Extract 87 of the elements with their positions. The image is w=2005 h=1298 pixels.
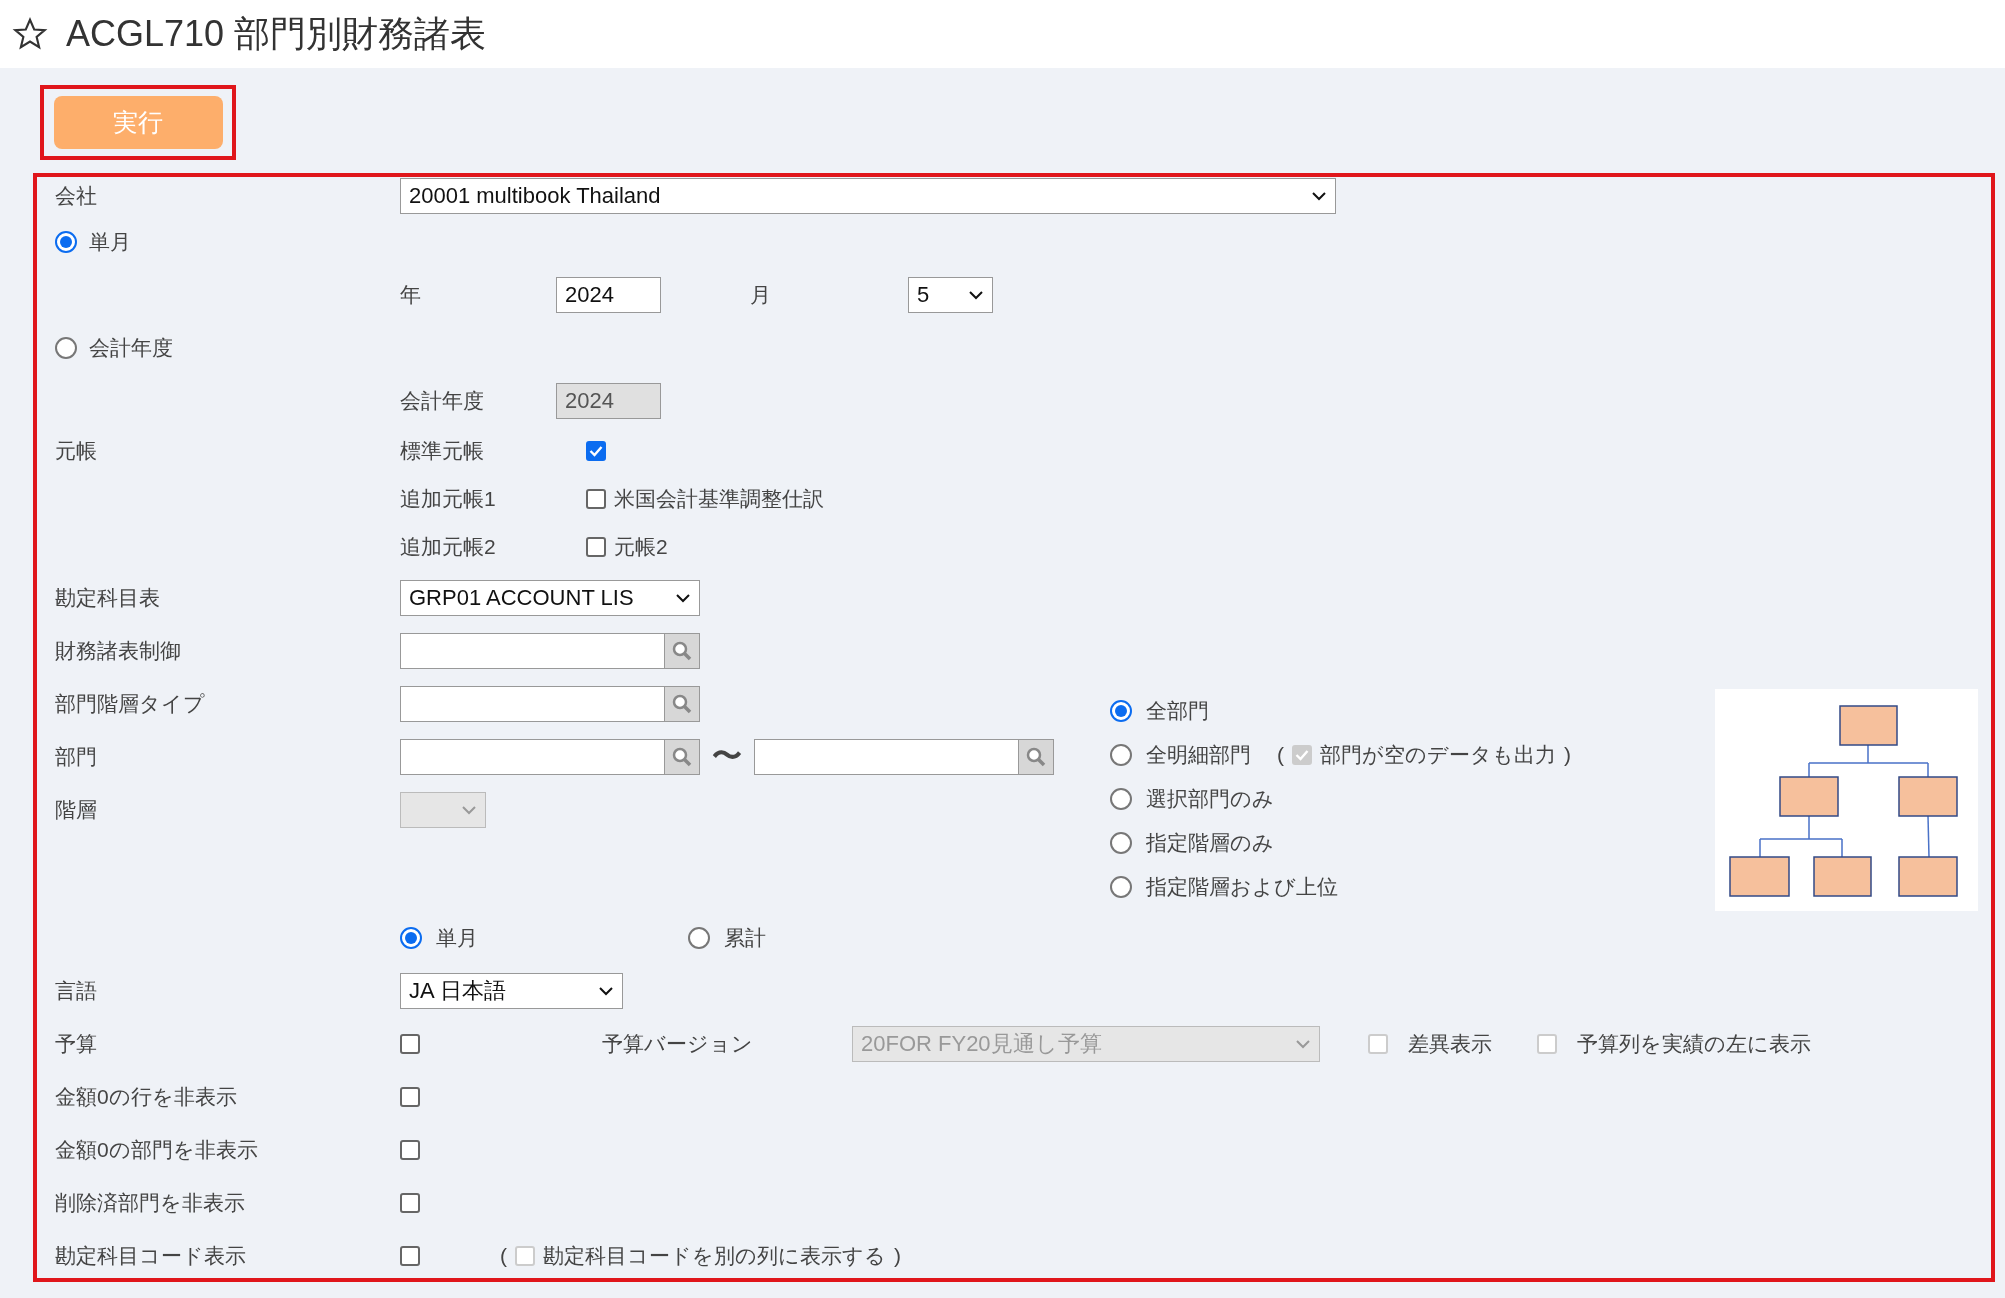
org-node-box (1839, 705, 1898, 746)
org-node-box (1813, 856, 1872, 897)
year-input[interactable]: 2024 (556, 276, 661, 313)
radio-label: 選択部門のみ (1146, 786, 1274, 812)
field-label: 金額0の行を非表示 (55, 1084, 237, 1108)
radio-label: 累計 (724, 924, 766, 951)
checkbox-label: 部門が空のデータも出力 (1320, 742, 1556, 768)
paren-text: ( (1277, 743, 1284, 767)
field-label: 言語 (55, 978, 97, 1002)
checkbox-label: 米国会計基準調整仕訳 (614, 486, 824, 512)
chevron-down-icon (675, 592, 691, 603)
field-label: 部門階層タイプ (55, 691, 205, 715)
account-chart-dropdown[interactable]: GRP01 ACCOUNT LIS (400, 579, 700, 616)
checkbox-label: 勘定科目コードを別の列に表示する (543, 1242, 886, 1269)
radio-button[interactable] (1110, 876, 1132, 898)
checkbox[interactable] (586, 489, 606, 509)
language-dropdown[interactable]: JA 日本語 (400, 972, 623, 1009)
field-label: 階層 (55, 797, 97, 821)
radio-button[interactable] (1110, 744, 1132, 766)
field-label: 部門 (55, 744, 97, 768)
checkbox[interactable] (400, 1139, 420, 1160)
field-label: 勘定科目コード表示 (55, 1243, 246, 1267)
range-separator: 〜 (711, 738, 743, 774)
chevron-down-icon (1311, 191, 1327, 201)
radio-label: 指定階層のみ (1146, 830, 1274, 856)
checkbox-label: 元帳2 (614, 534, 668, 560)
checkbox[interactable] (400, 1192, 420, 1213)
page-title: ACGL710 部門別財務諸表 (66, 11, 487, 56)
radio-button[interactable] (688, 926, 710, 949)
radio-label: 指定階層および上位 (1146, 874, 1338, 900)
radio-label: 単月 (436, 924, 478, 951)
month-dropdown[interactable]: 5 (908, 276, 993, 313)
field-label: 金額0の部門を非表示 (55, 1137, 258, 1161)
search-icon[interactable] (664, 633, 699, 668)
field-label: 月 (750, 282, 771, 306)
field-label: 年 (400, 282, 421, 306)
search-field[interactable] (754, 738, 1054, 775)
search-field[interactable] (400, 685, 700, 722)
field-label: 会社 (55, 184, 97, 207)
checkbox[interactable] (400, 1245, 420, 1266)
favorite-star-icon[interactable] (12, 16, 48, 52)
check-icon (1295, 749, 1309, 761)
chevron-down-icon (968, 289, 984, 300)
checkbox[interactable] (400, 1086, 420, 1107)
search-field[interactable] (400, 738, 700, 775)
chevron-down-icon (1295, 1038, 1311, 1049)
radio-label: 全明細部門 (1146, 742, 1251, 768)
search-field[interactable] (400, 632, 700, 669)
field-label: 元帳 (55, 439, 97, 462)
radio-label: 全部門 (1146, 698, 1209, 724)
field-label: 勘定科目表 (55, 585, 160, 609)
org-node-box (1898, 856, 1958, 897)
radio-button[interactable] (1110, 700, 1132, 722)
paren-text: ) (1564, 743, 1571, 767)
field-label: 追加元帳2 (400, 535, 496, 558)
search-icon[interactable] (1018, 739, 1053, 774)
radio-button[interactable] (55, 336, 77, 359)
field-label: 財務諸表制御 (55, 638, 181, 662)
paren-text: ) (894, 1243, 901, 1268)
radio-button[interactable] (1110, 832, 1132, 854)
field-label: 追加元帳1 (400, 487, 496, 510)
search-icon[interactable] (664, 686, 699, 721)
radio-button[interactable] (400, 926, 422, 949)
org-node-box (1729, 856, 1790, 897)
field-label: 削除済部門を非表示 (55, 1190, 245, 1214)
checkbox[interactable] (586, 441, 606, 461)
field-label: 標準元帳 (400, 439, 484, 462)
radio-label: 単月 (89, 228, 131, 255)
radio-button[interactable] (55, 230, 77, 253)
field-label: 予算バージョン (602, 1031, 753, 1055)
field-label: 予算 (55, 1031, 97, 1055)
field-label: 会計年度 (400, 388, 484, 412)
chevron-down-icon (461, 804, 477, 815)
radio-label: 会計年度 (89, 334, 173, 361)
chevron-down-icon (598, 985, 614, 996)
checkbox[interactable] (586, 537, 606, 557)
checkbox-label: 予算列を実績の左に表示 (1577, 1030, 1811, 1057)
check-icon (589, 445, 603, 457)
org-node-box (1779, 776, 1839, 817)
checkbox[interactable] (400, 1033, 420, 1054)
radio-button[interactable] (1110, 788, 1132, 810)
search-icon[interactable] (664, 739, 699, 774)
company-dropdown[interactable]: 20001 multibook Thailand (400, 178, 1336, 214)
checkbox-label: 差異表示 (1408, 1030, 1492, 1057)
paren-text: ( (500, 1243, 507, 1268)
org-node-box (1898, 776, 1958, 817)
connector-line (1927, 815, 1930, 858)
